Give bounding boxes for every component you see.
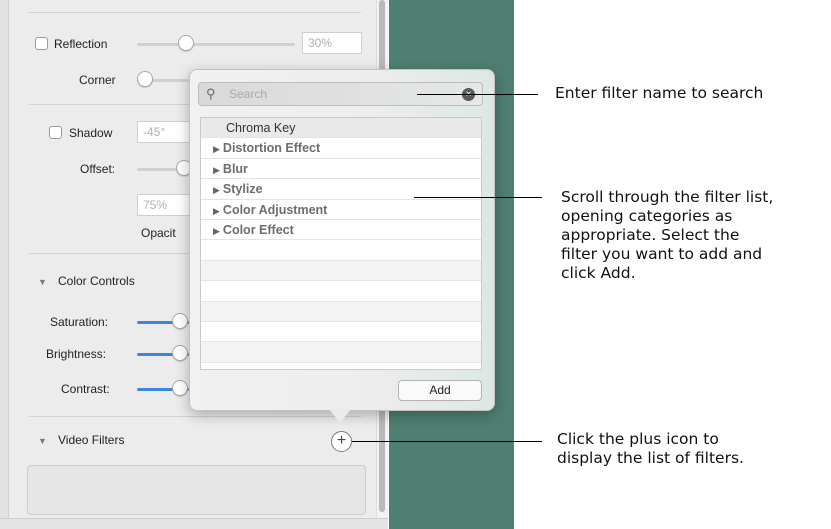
brightness-slider-knob[interactable] xyxy=(172,345,188,361)
disclosure-triangle-icon[interactable]: ▶ xyxy=(213,165,220,175)
disclosure-triangle-icon[interactable]: ▼ xyxy=(38,436,47,446)
category-label: Color Effect xyxy=(222,222,294,237)
callout-line-list xyxy=(414,197,542,198)
bottom-strip xyxy=(0,518,388,529)
list-item-category[interactable]: ▶ Blur xyxy=(201,159,481,180)
disclosure-triangle-icon[interactable]: ▶ xyxy=(213,144,220,154)
shadow-checkbox[interactable] xyxy=(49,126,62,139)
callout-line-plus xyxy=(352,441,542,442)
disclosure-triangle-icon[interactable]: ▶ xyxy=(213,226,220,236)
callout-plus: Click the plus icon to display the list … xyxy=(557,430,744,468)
callout-list: Scroll through the filter list, opening … xyxy=(561,188,773,283)
brightness-label: Brightness: xyxy=(46,347,107,361)
corner-slider-knob[interactable] xyxy=(137,71,153,87)
color-controls-label[interactable]: Color Controls xyxy=(58,274,135,288)
category-label: Distortion Effect xyxy=(222,141,321,156)
reflection-checkbox[interactable] xyxy=(35,37,48,50)
list-item-empty xyxy=(201,322,481,343)
list-item-category[interactable]: ▶ Color Effect xyxy=(201,220,481,241)
callout-line-search xyxy=(417,94,538,95)
category-label: Color Adjustment xyxy=(222,202,328,217)
opacity-label: Opacit xyxy=(141,226,176,240)
list-item-chroma-key[interactable]: Chroma Key xyxy=(201,118,481,139)
disclosure-triangle-icon[interactable]: ▼ xyxy=(38,277,47,287)
shadow-label: Shadow xyxy=(69,126,113,140)
video-filters-label[interactable]: Video Filters xyxy=(58,433,124,447)
saturation-label: Saturation: xyxy=(50,315,109,329)
reflection-label: Reflection xyxy=(54,37,108,51)
shadow-opacity-field[interactable]: 75% xyxy=(137,194,193,216)
callout-list-line: click Add. xyxy=(561,264,636,282)
list-item-empty xyxy=(201,281,481,302)
divider xyxy=(29,12,361,13)
corner-label: Corner xyxy=(79,73,116,87)
category-label: Stylize xyxy=(222,182,263,197)
callout-list-line: filter you want to add and xyxy=(561,245,763,263)
list-item-category[interactable]: ▶ Color Adjustment xyxy=(201,200,481,220)
search-placeholder: Search xyxy=(229,87,268,101)
category-label: Blur xyxy=(222,161,248,176)
contrast-slider-knob[interactable] xyxy=(172,380,188,396)
sidebar-edge xyxy=(0,0,9,518)
divider xyxy=(29,416,361,417)
reflection-slider-track[interactable] xyxy=(137,43,295,46)
add-filter-plus-icon[interactable]: + xyxy=(331,431,352,452)
list-item-empty xyxy=(201,301,481,322)
filter-list[interactable]: Chroma Key ▶ Distortion Effect ▶ Blur ▶ Sty… xyxy=(200,117,482,370)
callout-list-line: opening categories as xyxy=(561,207,733,225)
saturation-slider-knob[interactable] xyxy=(172,313,188,329)
search-icon: ⚲ xyxy=(206,86,216,101)
list-item-empty xyxy=(201,342,481,363)
video-filters-list xyxy=(27,465,366,515)
disclosure-triangle-icon[interactable]: ▶ xyxy=(213,185,220,195)
list-item-category[interactable]: ▶ Distortion Effect xyxy=(201,138,481,159)
list-item-empty xyxy=(201,240,481,261)
list-item-empty xyxy=(201,260,481,282)
reflection-slider-knob[interactable] xyxy=(178,35,194,51)
offset-label: Offset: xyxy=(80,162,116,176)
contrast-label: Contrast: xyxy=(61,382,110,396)
disclosure-triangle-icon[interactable]: ▶ xyxy=(213,206,220,216)
shadow-angle-field[interactable]: -45° xyxy=(137,121,193,143)
callout-list-line: appropriate. Select the xyxy=(561,226,740,244)
popover-arrow xyxy=(329,409,351,423)
callout-list-line: Scroll through the filter list, xyxy=(561,188,774,206)
callout-search: Enter filter name to search xyxy=(555,84,764,102)
callout-plus-line: display the list of filters. xyxy=(557,449,744,467)
add-button[interactable]: Add xyxy=(398,380,482,401)
callout-plus-line: Click the plus icon to xyxy=(557,430,719,448)
reflection-value-field[interactable]: 30% xyxy=(302,32,362,54)
